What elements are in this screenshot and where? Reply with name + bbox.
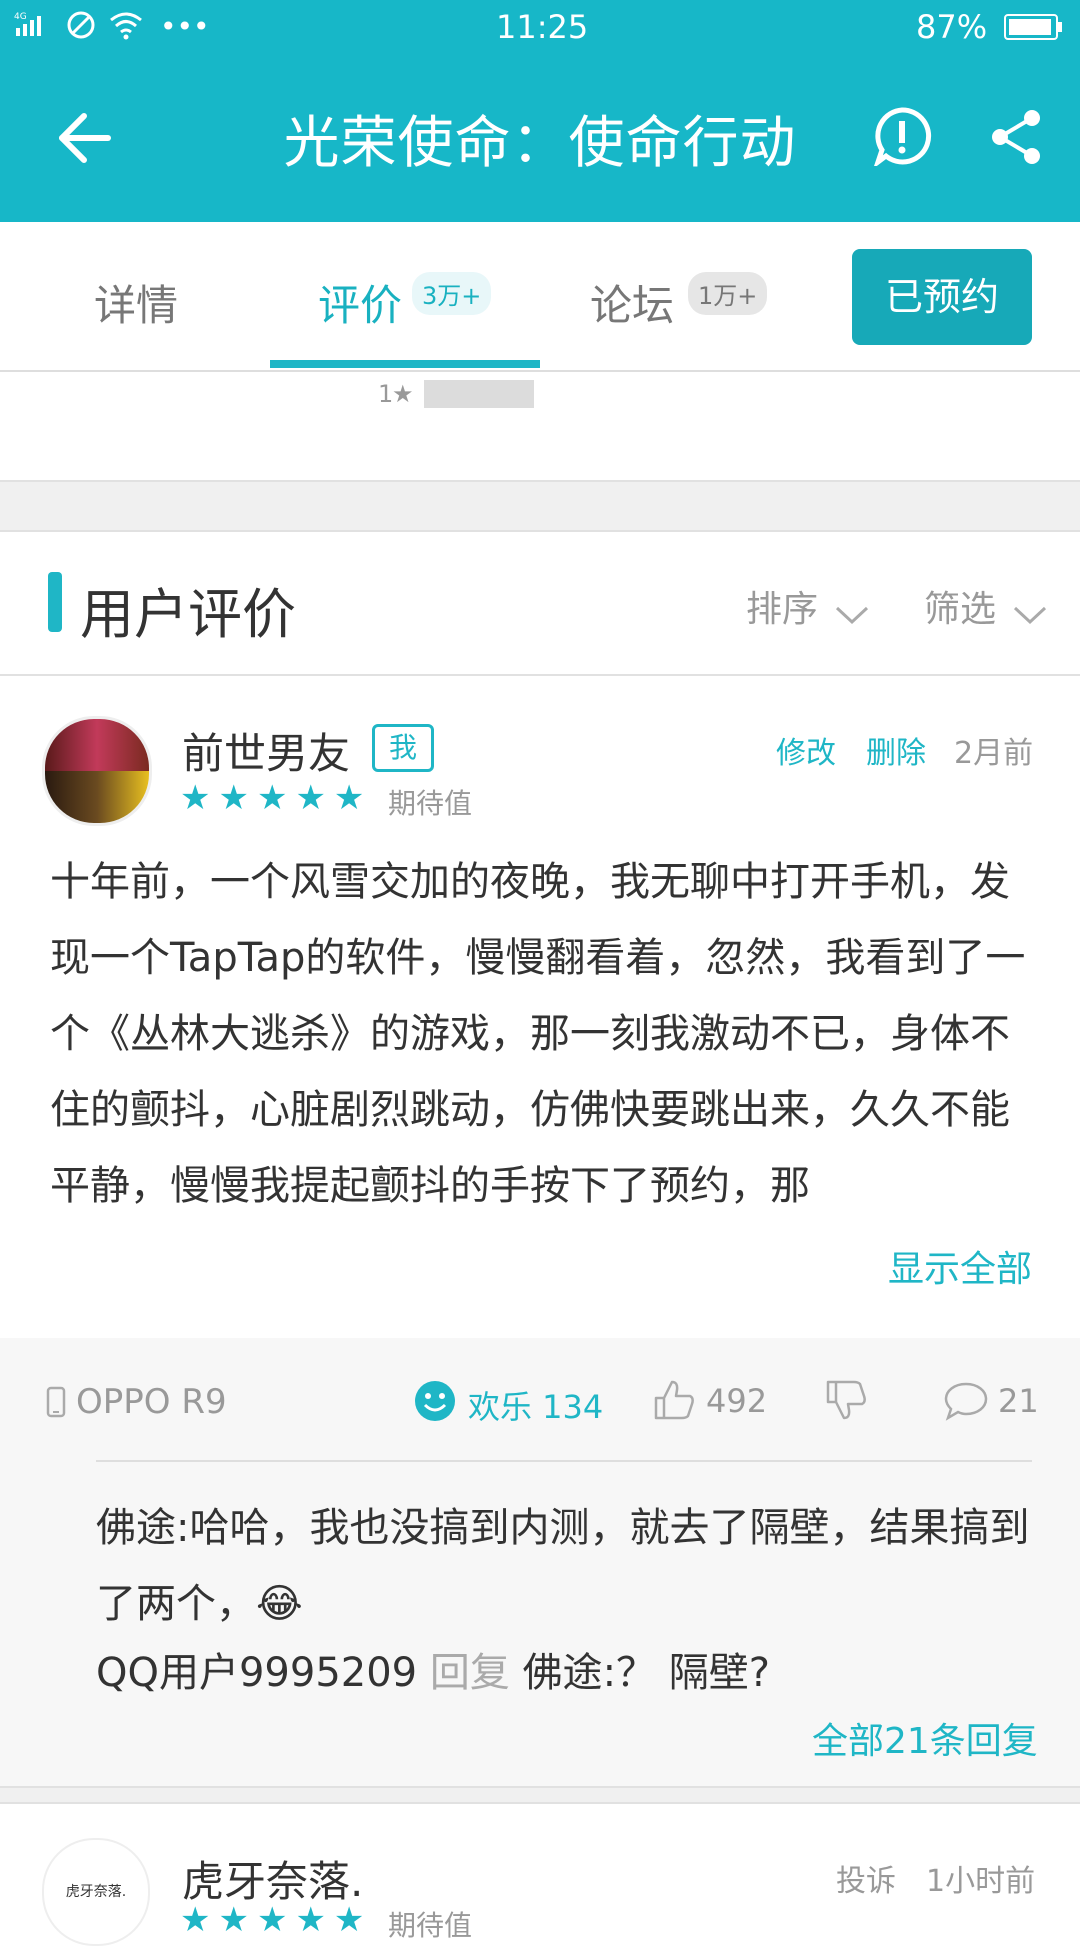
phone-icon [46,1386,66,1422]
battery-icon [1004,14,1064,44]
tab-details-label: 详情 [94,281,179,330]
tab-reviews-label: 评价 [318,281,403,330]
sort-dropdown[interactable]: 排序 [746,580,869,632]
tab-reviews-badge: 3万+ [412,272,492,315]
back-button[interactable] [54,110,114,170]
avatar[interactable]: 虎牙奈落. [42,1838,150,1946]
rating-stars: ★★★★★ [180,1900,373,1940]
reply-author[interactable]: 佛途 [96,1505,176,1551]
star-row-label: 1 [378,380,394,408]
rating-bar [424,380,534,408]
reply-target[interactable]: 佛途 [523,1650,603,1696]
section-gap [0,482,1080,530]
reserved-button[interactable]: 已预约 [852,249,1032,345]
reply-separator: : [602,1650,617,1696]
tab-details[interactable]: 详情 [94,272,178,333]
divider [0,530,1080,532]
reply-author[interactable]: QQ用户9995209 [96,1650,417,1696]
avatar[interactable] [42,716,152,826]
reply-text: ？ 隔壁? [616,1650,770,1696]
emoji-reaction-count[interactable]: 欢乐 134 [468,1382,603,1428]
share-button[interactable] [988,108,1044,170]
review-text: 十年前，一个风雪交加的夜晚，我无聊中打开手机，发现一个TapTap的软件，慢慢翻… [50,859,1026,1209]
chevron-down-icon [1013,605,1047,629]
me-badge: 我 [372,724,434,772]
review-tag: 期待值 [388,787,473,820]
show-all-link[interactable]: 显示全部 [888,1240,1032,1292]
review-time: 1小时前 [926,1864,1036,1899]
tab-active-indicator [270,360,540,368]
tab-reviews[interactable]: 评价 [318,272,402,333]
reply-item[interactable]: QQ用户9995209 回复 佛途:？ 隔壁? [96,1640,770,1698]
filter-label: 筛选 [924,589,997,630]
star-icon: ★ [392,380,414,408]
reply-item[interactable]: 佛途:哈哈，我也没搞到内测，就去了隔壁，结果搞到了两个，😂 [96,1490,1036,1642]
delete-button[interactable]: 删除 [866,728,926,772]
clock: 11:25 [496,8,589,46]
report-review-button[interactable]: 投诉 [836,1856,896,1900]
signal-icon: 4G [14,10,48,40]
all-replies-link[interactable]: 全部21条回复 [812,1712,1038,1764]
review-tag: 期待值 [388,1909,473,1942]
section-gap [0,1788,1080,1802]
thumbs-up-icon[interactable] [652,1378,696,1426]
section-title: 用户评价 [80,583,296,646]
share-icon [992,110,1040,164]
divider [0,1802,1080,1804]
report-button[interactable] [872,106,932,170]
reply-separator: : [176,1505,190,1551]
edit-button[interactable]: 修改 [776,728,836,772]
svg-text:4G: 4G [14,12,27,22]
reply-text: 哈哈，我也没搞到内测，就去了隔壁，结果搞到了两个， [96,1505,1030,1627]
comment-count: 21 [998,1382,1039,1420]
tab-forum-badge: 1万+ [688,272,768,315]
rating-stars: ★★★★★ [180,778,373,818]
more-icon: ••• [160,10,210,43]
device-name: OPPO R9 [76,1382,227,1422]
happy-face-icon[interactable] [414,1380,456,1426]
comment-icon[interactable] [944,1380,988,1426]
reply-word: 回复 [429,1650,510,1696]
review-time: 2月前 [954,736,1034,771]
thumbs-down-icon[interactable] [824,1378,868,1426]
tab-forum-label: 论坛 [590,281,675,330]
review-username[interactable]: 前世男友 [182,720,350,781]
page-title: 光荣使命：使命行动 [283,111,797,176]
battery-percent: 87% [916,8,988,46]
do-not-disturb-icon [66,10,96,44]
divider [0,674,1080,676]
chevron-down-icon [835,605,869,629]
tears-of-joy-icon: 😂 [256,1581,303,1627]
alert-icon [873,107,932,169]
like-count: 492 [706,1382,768,1420]
section-accent-bar [48,572,62,632]
back-arrow-icon [59,113,111,163]
filter-dropdown[interactable]: 筛选 [924,580,1047,632]
divider [96,1460,1032,1462]
wifi-icon [108,10,144,44]
tab-forum[interactable]: 论坛 [590,272,674,333]
status-bar: 4G ••• 11:25 87% [0,0,1080,52]
sort-label: 排序 [746,589,819,630]
